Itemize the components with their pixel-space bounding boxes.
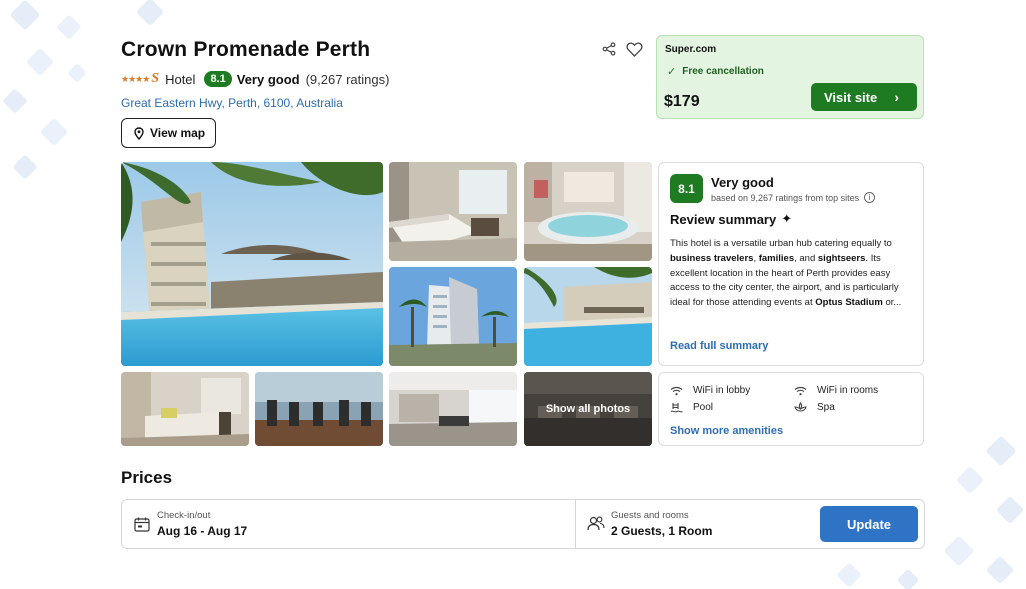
prices-heading: Prices [121,468,173,487]
calendar-icon [134,517,150,532]
checkin-field[interactable]: Check-in/out Aug 16 - Aug 17 [122,500,575,548]
rating-line: ★★★★ S Hotel 8.1 Very good (9,267 rating… [121,71,651,87]
amenity-item: Spa [794,402,835,413]
ratings-count: (9,267 ratings) [305,71,390,87]
review-keyword: business travelers [670,252,754,264]
photo-spa-suite[interactable] [524,162,652,261]
photo-hotel-tower[interactable] [389,267,517,366]
review-score-badge: 8.1 [670,174,703,203]
heart-icon[interactable] [626,42,643,57]
sparkle-icon: ✦ [781,211,793,226]
guests-icon [587,516,605,531]
amenity-label: WiFi in rooms [817,385,879,396]
photo-gym[interactable] [255,372,383,446]
hotel-address[interactable]: Great Eastern Hwy, Perth, 6100, Australi… [121,96,651,110]
photo-lobby[interactable] [389,372,517,446]
checkin-label: Check-in/out [157,510,211,521]
photo-pool-exterior[interactable] [121,162,383,366]
header-actions [602,42,643,57]
review-summary-title: Review summary [670,211,777,227]
prices-search-bar: Check-in/out Aug 16 - Aug 17 Guests and … [121,499,925,549]
amenity-label: Pool [693,402,714,413]
photo-lounge-room[interactable] [121,372,249,446]
deal-price: $179 [664,93,700,110]
checkin-value: Aug 16 - Aug 17 [157,524,248,538]
wifi-icon [794,386,807,395]
amenity-label: Spa [817,402,835,413]
pool-icon [670,403,683,413]
review-text-part: , and [794,252,818,264]
amenity-item: Pool [670,402,713,413]
visit-site-label: Visit site [824,89,878,105]
view-map-button[interactable]: View map [121,118,217,148]
amenity-item: WiFi in lobby [670,385,750,396]
hotel-title: Crown Promenade Perth [121,38,371,61]
amenity-item: WiFi in rooms [794,385,878,396]
review-text-part: or... [882,297,902,309]
review-summary-heading: Review summary ✦ [670,211,792,227]
property-type: Hotel [165,71,196,87]
guests-label: Guests and rooms [611,510,689,521]
hotel-header: Crown Promenade Perth ★★★★ S Hotel 8.1 V… [121,38,651,148]
review-text-part: This hotel is a versatile urban hub cate… [670,238,892,249]
share-icon[interactable] [602,42,616,56]
info-icon[interactable]: i [864,192,876,203]
guests-field[interactable]: Guests and rooms 2 Guests, 1 Room [576,500,812,548]
star-rating: ★★★★ [121,73,150,84]
review-keyword: Optus Stadium [815,297,883,309]
review-based-on: based on 9,267 ratings from top sites i [711,192,876,203]
map-pin-icon [134,126,144,140]
view-map-label: View map [150,126,206,140]
photo-bedroom[interactable] [389,162,517,261]
star-suffix: S [151,71,160,86]
guests-value: 2 Guests, 1 Room [611,524,713,538]
review-summary-card: 8.1 Very good based on 9,267 ratings fro… [658,162,924,366]
photo-dining-room[interactable]: Show all photos [524,372,652,446]
show-more-amenities-link[interactable]: Show more amenities [670,425,783,437]
spa-icon [794,402,807,412]
cancellation-text: Free cancellation [682,66,764,77]
show-all-photos-label[interactable]: Show all photos [524,372,652,446]
score-label: Very good [236,71,300,87]
review-keyword: sightseers [817,252,866,264]
review-score-label: Very good [711,175,774,190]
review-keyword: families [758,252,795,264]
review-based-on-text: based on 9,267 ratings from top sites [711,192,860,203]
photo-pool-deck[interactable] [524,267,652,366]
score-badge: 8.1 [204,71,232,87]
amenity-label: WiFi in lobby [693,385,751,396]
review-summary-text: This hotel is a versatile urban hub cate… [670,237,918,311]
deal-site: Super.com [665,44,717,55]
wifi-icon [670,386,683,395]
cancellation-policy: ✓ Free cancellation [667,65,764,78]
deal-card: Super.com ✓ Free cancellation $179 Visit… [656,35,924,119]
read-full-summary-link[interactable]: Read full summary [670,340,768,352]
checkmark-icon: ✓ [667,66,677,78]
visit-site-button[interactable]: Visit site › [811,83,917,111]
update-button[interactable]: Update [820,506,918,542]
amenities-card: WiFi in lobby WiFi in rooms Pool Spa Sho… [658,372,924,446]
chevron-right-icon: › [894,89,899,105]
